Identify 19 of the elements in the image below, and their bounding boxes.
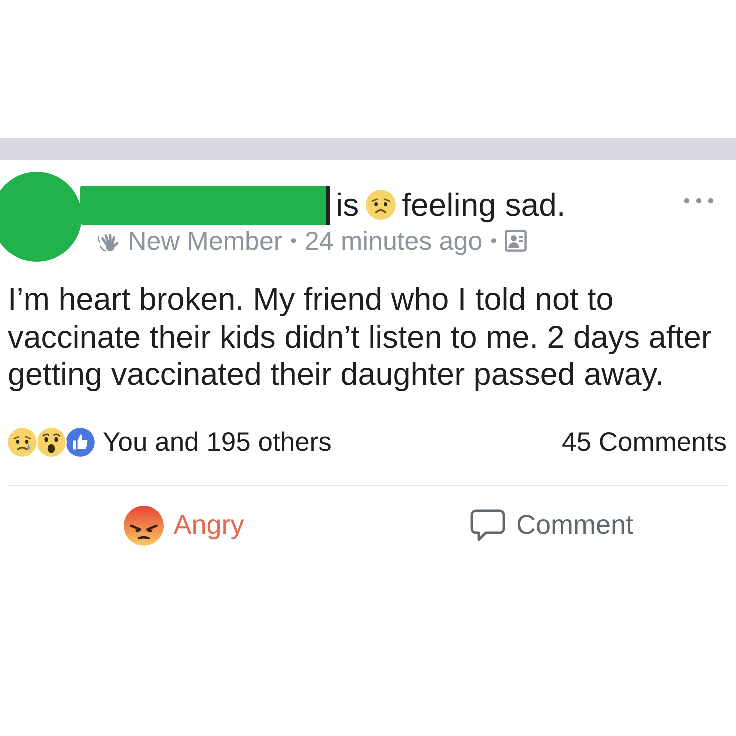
member-badge-text: New Member — [128, 226, 283, 256]
reaction-count[interactable]: You and 195 others — [103, 427, 332, 458]
status-text: is — [336, 186, 360, 224]
comment-count[interactable]: 45 Comments — [562, 427, 727, 458]
thumbs-up-icon — [65, 427, 96, 458]
separator-dot: • — [290, 230, 297, 252]
speech-bubble-icon — [470, 508, 506, 542]
sad-face-icon — [366, 190, 396, 220]
timestamp[interactable]: 24 minutes ago — [304, 226, 483, 256]
separator-dot: • — [490, 230, 498, 252]
reaction-button[interactable]: Angry — [124, 506, 244, 546]
angry-face-icon — [124, 506, 164, 546]
sad-face-icon — [7, 427, 38, 458]
more-options-icon[interactable] — [684, 198, 714, 204]
comment-button[interactable]: Comment — [470, 506, 634, 546]
portrait-icon — [505, 230, 528, 252]
feeling-text: feeling sad. — [402, 186, 566, 224]
post-text: I’m heart broken. My friend who I told not to vaccinate their kids didn’t listen to me. 2 days after getting vaccinated their daughter passed away. — [7, 281, 713, 394]
surprised-face-icon — [36, 427, 67, 458]
